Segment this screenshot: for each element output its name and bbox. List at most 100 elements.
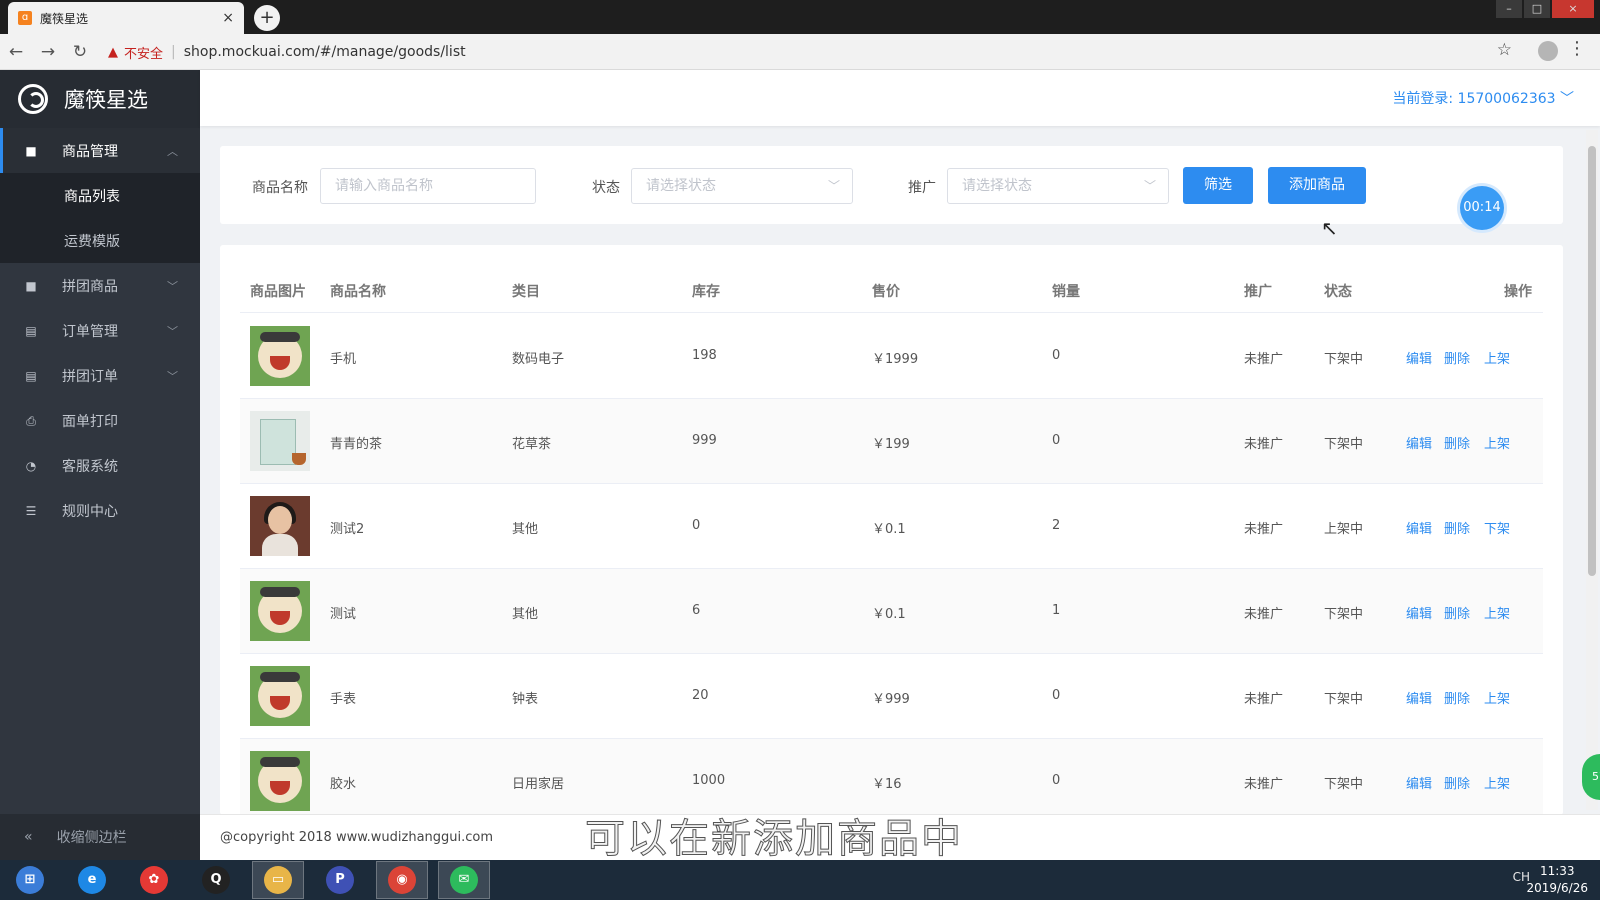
system-clock[interactable]: 11:33 2019/6/26 — [1526, 863, 1588, 897]
col-header-stock: 库存 — [692, 284, 720, 300]
edit-link[interactable]: 编辑 — [1406, 773, 1432, 792]
status-placeholder: 请选择状态 — [646, 178, 716, 194]
filter-button[interactable]: 筛选 — [1183, 167, 1253, 204]
recording-timer: 00:14 — [1460, 186, 1504, 230]
taskbar-app-button[interactable]: e — [66, 861, 118, 899]
taskbar-app-button[interactable]: ✿ — [128, 861, 180, 899]
delete-link[interactable]: 删除 — [1444, 688, 1470, 707]
brand-logo[interactable]: 魔筷星选 — [0, 70, 200, 128]
cell-category: 其他 — [512, 522, 539, 537]
delete-link[interactable]: 删除 — [1444, 773, 1470, 792]
filter-panel: 商品名称 请输入商品名称 状态 请选择状态 ﹀ 推广 请选择状态 ﹀ 筛选 添加… — [220, 146, 1563, 224]
delete-link[interactable]: 删除 — [1444, 603, 1470, 622]
delete-link[interactable]: 删除 — [1444, 433, 1470, 452]
browser-menu-icon[interactable]: ⋮ — [1568, 38, 1586, 59]
toggle-shelf-link[interactable]: 上架 — [1484, 688, 1510, 707]
col-header-actions: 操作 — [1504, 284, 1532, 300]
taskbar-app-button[interactable]: Q — [190, 861, 242, 899]
url-text[interactable]: shop.mockuai.com/#/manage/goods/list — [184, 44, 466, 60]
add-goods-button[interactable]: 添加商品 — [1268, 167, 1366, 204]
taskbar-app-button[interactable]: ▭ — [252, 861, 304, 899]
sidebar-item-group-goods[interactable]: ■ 拼团商品 ﹀ — [0, 263, 200, 308]
toggle-shelf-link[interactable]: 上架 — [1484, 603, 1510, 622]
cell-sales: 0 — [1052, 688, 1061, 703]
cell-price: ￥1999 — [872, 352, 919, 367]
forward-icon[interactable]: → — [32, 42, 64, 62]
toggle-shelf-link[interactable]: 上架 — [1484, 348, 1510, 367]
sidebar-item-goods-management[interactable]: ■ 商品管理 ︿ — [0, 128, 200, 173]
page-scrollbar[interactable] — [1586, 130, 1598, 810]
sidebar-item-group-orders[interactable]: ▤ 拼团订单 ﹀ — [0, 353, 200, 398]
clock-time: 11:33 — [1539, 864, 1575, 878]
toggle-shelf-link[interactable]: 上架 — [1484, 433, 1510, 452]
sidebar-item-label: 客服系统 — [62, 458, 118, 475]
floating-badge[interactable]: 57 — [1582, 754, 1600, 800]
cell-promo: 未推广 — [1244, 777, 1284, 792]
chrome-icon: ◉ — [388, 866, 416, 894]
tab-close-icon[interactable]: × — [222, 10, 234, 26]
separator: | — [171, 44, 176, 60]
cell-category: 其他 — [512, 607, 539, 622]
window-controls: – □ × — [1496, 0, 1594, 18]
sidebar-item-rules-center[interactable]: ☰ 规则中心 — [0, 488, 200, 533]
scrollbar-thumb[interactable] — [1588, 146, 1596, 576]
chevron-down-icon: ﹀ — [1143, 179, 1156, 193]
clock-date: 2019/6/26 — [1526, 881, 1588, 895]
profile-avatar-icon[interactable] — [1538, 41, 1558, 61]
status-select[interactable]: 请选择状态 ﹀ — [631, 168, 853, 204]
cell-sales: 0 — [1052, 433, 1061, 448]
sidebar-item-customer-service[interactable]: ◔ 客服系统 — [0, 443, 200, 488]
cell-stock: 6 — [692, 603, 701, 618]
promo-select[interactable]: 请选择状态 ﹀ — [947, 168, 1169, 204]
sidebar-subitem-goods-list[interactable]: 商品列表 — [0, 173, 200, 218]
maximize-icon[interactable]: □ — [1524, 0, 1550, 18]
edit-link[interactable]: 编辑 — [1406, 518, 1432, 537]
edit-link[interactable]: 编辑 — [1406, 348, 1432, 367]
goods-thumbnail — [250, 666, 310, 726]
taskbar-app-button[interactable]: ⊞ — [4, 861, 56, 899]
cell-stock: 1000 — [692, 773, 726, 788]
goods-name-input[interactable]: 请输入商品名称 — [320, 168, 536, 204]
cell-promo: 未推广 — [1244, 352, 1284, 367]
brand-logo-icon — [18, 84, 48, 114]
collapse-sidebar-button[interactable]: « 收缩侧边栏 — [0, 814, 200, 860]
delete-link[interactable]: 删除 — [1444, 518, 1470, 537]
taskbar-app-button[interactable]: P — [314, 861, 366, 899]
table-header: 商品图片 商品名称 类目 库存 售价 销量 推广 状态 操作 — [240, 267, 1543, 313]
chevron-down-icon: ﹀ — [167, 324, 178, 338]
current-login-dropdown[interactable]: 当前登录: 15700062363 ﹀ — [1392, 88, 1574, 108]
cell-sales: 0 — [1052, 773, 1061, 788]
colorful-app-icon: ✿ — [140, 866, 168, 894]
reload-icon[interactable]: ↻ — [64, 42, 96, 62]
sidebar-item-waybill-print[interactable]: ⎙ 面单打印 — [0, 398, 200, 443]
url-omnibox[interactable]: ▲ 不安全 | shop.mockuai.com/#/manage/goods/… — [108, 38, 1548, 66]
chevron-up-icon: ︿ — [167, 144, 178, 158]
printer-icon: ⎙ — [26, 413, 36, 428]
back-icon[interactable]: ← — [0, 42, 32, 62]
browser-tab[interactable]: ɑ 魔筷星选 × — [8, 2, 244, 34]
edit-link[interactable]: 编辑 — [1406, 688, 1432, 707]
edit-link[interactable]: 编辑 — [1406, 603, 1432, 622]
sidebar-item-label: 规则中心 — [62, 503, 118, 520]
sidebar-subitem-shipping-template[interactable]: 运费模版 — [0, 218, 200, 263]
cell-category: 钟表 — [512, 692, 539, 707]
sidebar-item-label: 订单管理 — [62, 323, 118, 340]
delete-link[interactable]: 删除 — [1444, 348, 1470, 367]
cell-status: 下架中 — [1324, 437, 1364, 452]
taskbar-app-button[interactable]: ◉ — [376, 861, 428, 899]
security-label: 不安全 — [124, 46, 164, 62]
toggle-shelf-link[interactable]: 下架 — [1484, 518, 1510, 537]
cell-status: 上架中 — [1324, 522, 1364, 537]
sidebar-item-orders[interactable]: ▤ 订单管理 ﹀ — [0, 308, 200, 353]
cell-sales: 1 — [1052, 603, 1061, 618]
taskbar-app-button[interactable]: ✉ — [438, 861, 490, 899]
new-tab-button[interactable]: + — [254, 5, 280, 31]
brand-name: 魔筷星选 — [64, 88, 148, 112]
bookmark-star-icon[interactable]: ☆ — [1497, 40, 1512, 60]
minimize-icon[interactable]: – — [1496, 0, 1522, 18]
window-close-icon[interactable]: × — [1552, 0, 1594, 18]
toggle-shelf-link[interactable]: 上架 — [1484, 773, 1510, 792]
cell-category: 数码电子 — [512, 352, 565, 367]
chevron-down-icon: ﹀ — [827, 179, 840, 193]
edit-link[interactable]: 编辑 — [1406, 433, 1432, 452]
